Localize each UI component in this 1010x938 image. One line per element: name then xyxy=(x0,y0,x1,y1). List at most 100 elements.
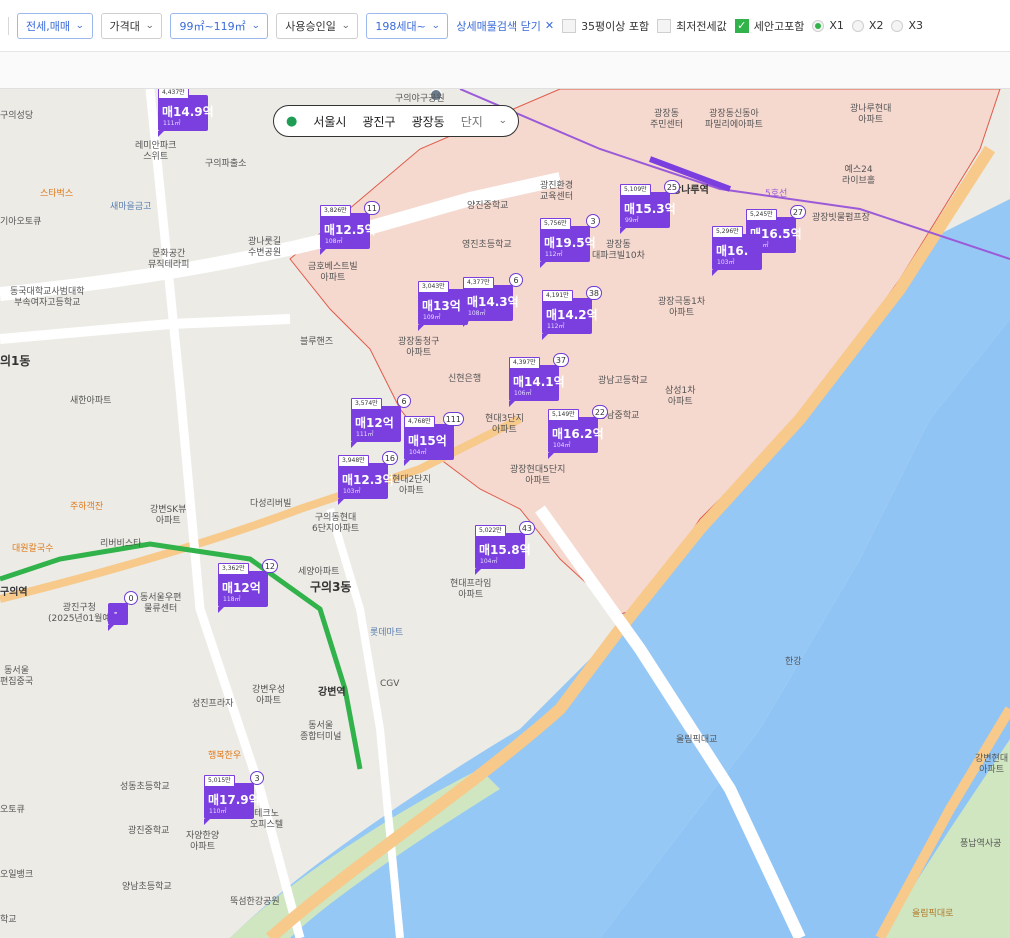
map-label: 구의성당 xyxy=(0,111,34,121)
radio-x3-dot[interactable] xyxy=(891,19,904,32)
map-label: 광장현대5단지 아파트 xyxy=(510,465,566,486)
checkbox-tax-checked[interactable]: ✓ xyxy=(734,18,749,33)
map-label: 오일뱅크 xyxy=(0,870,34,880)
radio-x1[interactable]: X1 xyxy=(812,19,844,32)
price-marker[interactable]: 매16. 103㎡ 5,296만 xyxy=(712,226,762,276)
trade-type-label: 전세,매매 xyxy=(26,19,70,33)
map-label: 광장동신동아 파밀리에아파트 xyxy=(705,109,763,130)
close-detail-search-link[interactable]: 상세매물검색 닫기 ✕ xyxy=(456,18,554,34)
map-label: 광장동 주민센터 xyxy=(650,109,684,130)
price-marker[interactable]: 매14.3억 108㎡ 4,377만 6 xyxy=(463,273,523,327)
approval-label: 사용승인일 xyxy=(285,19,336,33)
map-label: 현대2단지 아파트 xyxy=(392,475,431,496)
price-marker[interactable]: 매12억 111㎡ 3,574만 6 xyxy=(351,394,411,448)
map-label: 양남초등학교 xyxy=(122,882,172,892)
x-icon: ✕ xyxy=(544,19,555,32)
map-label: 영진초등학교 xyxy=(462,240,512,250)
close-detail-label: 상세매물검색 닫기 xyxy=(456,19,541,33)
map-pin-icon: ● xyxy=(286,113,298,129)
households-label: 198세대~ xyxy=(375,19,426,33)
chevron-down-icon: ⌄ xyxy=(498,116,508,126)
option-min-jeonse[interactable]: 최저전세값 xyxy=(657,18,727,34)
radio-x2-dot[interactable] xyxy=(851,19,864,32)
chevron-down-icon: ⌄ xyxy=(145,20,155,31)
breadcrumb-dong[interactable]: 광장동 xyxy=(412,113,445,130)
option-tax-label: 세안고포함 xyxy=(753,19,805,33)
map-label: 양진중학교 xyxy=(467,201,509,211)
radio-x2-label: X2 xyxy=(868,19,884,32)
price-marker[interactable]: 매12억 118㎡ 3,362만 12 xyxy=(218,559,278,613)
sub-toolbar xyxy=(0,52,1010,89)
option-35-pyeong[interactable]: 35평이상 포함 xyxy=(562,18,649,34)
area-label: 99㎡~119㎡ xyxy=(179,19,246,33)
map-label: 올림픽대로 xyxy=(912,909,954,919)
map-label: 광장빗물펌프장 xyxy=(812,213,870,223)
price-marker[interactable]: 매19.5억 112㎡ 5,756만 3 xyxy=(540,214,600,268)
map-label: 새한아파트 xyxy=(70,396,112,406)
price-marker[interactable]: 매15.8억 104㎡ 5,022만 43 xyxy=(475,521,535,575)
map-label: 풍납역사공 xyxy=(960,839,1002,849)
map-label: 강변SK뷰 아파트 xyxy=(150,505,187,526)
checkbox-min-jeonse[interactable] xyxy=(657,18,672,33)
map-label: 현대프라임 아파트 xyxy=(450,579,492,600)
price-marker[interactable]: 매14.2억 112㎡ 4,191만 38 xyxy=(542,286,602,340)
price-marker[interactable]: 매15.3억 99㎡ 5,109만 25 xyxy=(620,180,680,234)
price-marker[interactable]: 매12.5억 108㎡ 3,826만 11 xyxy=(320,201,380,255)
option-35-label: 35평이상 포함 xyxy=(581,19,650,33)
radio-x2[interactable]: X2 xyxy=(851,19,884,32)
map-label: 강변우성 아파트 xyxy=(252,685,286,706)
price-filter[interactable]: 가격대 ⌄ xyxy=(100,12,163,39)
map-label: 한강 xyxy=(785,657,802,667)
price-marker[interactable]: 매12.3억 103㎡ 3,948만 16 xyxy=(338,451,398,505)
map-label: 현대3단지 아파트 xyxy=(485,414,524,435)
map-label: 강변역 xyxy=(318,687,346,698)
map-label: 구의동현대 6단지아파트 xyxy=(312,513,360,534)
map-label: 문화공간 뮤직테라피 xyxy=(148,249,190,270)
map-label: 광나룻길 수변공원 xyxy=(248,237,282,258)
breadcrumb-district[interactable]: 광진구 xyxy=(362,113,395,130)
map-label: 광남고등학교 xyxy=(598,376,648,386)
trade-type-filter[interactable]: 전세,매매 ⌄ xyxy=(17,12,93,39)
approval-filter[interactable]: 사용승인일 ⌄ xyxy=(276,12,359,39)
map-label: 광장극동1차 아파트 xyxy=(658,297,706,318)
price-marker[interactable]: 매15억 104㎡ 4,768만 111 xyxy=(404,412,464,466)
divider xyxy=(8,16,9,35)
radio-x3-label: X3 xyxy=(908,19,924,32)
price-marker[interactable]: 매14.9억 111㎡ 4,437만 xyxy=(158,89,214,137)
map-label: 학교 xyxy=(0,915,17,925)
map-label: 레미안파크 스위트 xyxy=(135,141,177,162)
option-tax[interactable]: ✓ 세안고포함 xyxy=(734,18,805,34)
map-label: 광진구청 (2025년01월예 xyxy=(48,603,111,624)
breadcrumb-type[interactable]: 단지 xyxy=(461,113,483,130)
price-marker[interactable]: 매17.9억 110㎡ 5,015만 3 xyxy=(204,771,264,825)
checkbox-35-pyeong[interactable] xyxy=(562,18,577,33)
area-filter[interactable]: 99㎡~119㎡ ⌄ xyxy=(170,12,269,39)
map-label: 강변현대 아파트 xyxy=(975,754,1009,775)
radio-x3[interactable]: X3 xyxy=(891,19,923,32)
location-breadcrumb[interactable]: ● 서울시 광진구 광장동 단지 ⌄ xyxy=(273,105,520,137)
chevron-down-icon: ⌄ xyxy=(341,20,351,31)
chevron-down-icon: ⌄ xyxy=(75,20,85,31)
price-marker[interactable]: 매13억 109㎡ 3,043만 xyxy=(418,281,468,331)
map-label: 광장동청구 아파트 xyxy=(398,337,440,358)
map-label: 광진중학교 xyxy=(128,826,170,836)
price-marker[interactable]: - 0 xyxy=(108,591,138,643)
map-label: 5호선 xyxy=(765,189,788,199)
map-label: 구의파출소 xyxy=(205,159,247,169)
map-label: 기아오토큐 xyxy=(0,217,42,227)
price-marker[interactable]: 매16.2억 104㎡ 5,149만 22 xyxy=(548,405,608,459)
households-filter[interactable]: 198세대~ ⌄ xyxy=(366,12,449,39)
filter-bar: 전세,매매 ⌄ 가격대 ⌄ 99㎡~119㎡ ⌄ 사용승인일 ⌄ 198세대~ … xyxy=(0,0,1010,52)
map-label: 행복한우 xyxy=(208,751,242,761)
map-label: 테크노 오피스텔 xyxy=(250,809,284,830)
breadcrumb-city[interactable]: 서울시 xyxy=(313,113,346,130)
map-label: 구의역 xyxy=(0,587,28,598)
radio-x1-dot[interactable] xyxy=(812,19,825,32)
map-view[interactable]: ● 서울시 광진구 광장동 단지 ⌄ 구의야구공원 광장동 주민센터 광장동신동아… xyxy=(0,89,1010,938)
map-label: 리버비스타 xyxy=(100,539,142,549)
map-label: 신현은행 xyxy=(448,374,482,384)
map-label: 자양한양 아파트 xyxy=(186,831,220,852)
map-label: 블루핸즈 xyxy=(300,337,334,347)
price-marker[interactable]: 매14.1억 106㎡ 4,397만 37 xyxy=(509,353,569,407)
map-label: 구의야구공원 xyxy=(395,94,445,104)
